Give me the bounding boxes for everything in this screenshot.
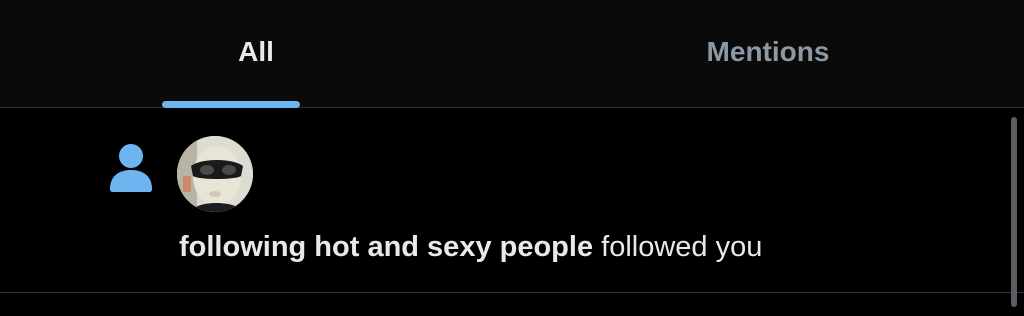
- follow-notification[interactable]: following hot and sexy people followed y…: [0, 109, 1024, 293]
- notification-text: following hot and sexy people followed y…: [179, 231, 762, 264]
- notification-action: followed you: [601, 231, 763, 263]
- active-tab-indicator: [162, 101, 300, 108]
- scrollbar[interactable]: [1011, 117, 1017, 307]
- person-icon: [108, 143, 154, 193]
- follower-name[interactable]: following hot and sexy people: [179, 231, 593, 263]
- tab-all[interactable]: All: [0, 0, 512, 108]
- tab-mentions-label: Mentions: [706, 36, 830, 67]
- tab-mentions[interactable]: Mentions: [512, 0, 1024, 108]
- tab-all-label: All: [238, 36, 274, 67]
- avatar[interactable]: [177, 136, 253, 212]
- tab-bar: All Mentions: [0, 0, 1024, 108]
